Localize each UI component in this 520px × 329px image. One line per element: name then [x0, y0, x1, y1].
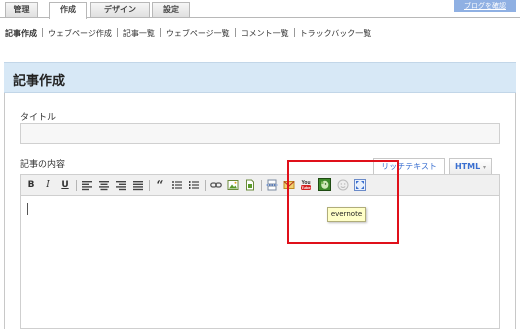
subnav-separator: [234, 28, 236, 37]
align-justify-icon[interactable]: [132, 179, 144, 191]
sub-navigation: 記事作成 ウェブページ作成 記事一覧 ウェブページ一覧 コメント一覧 トラックバック一覧: [5, 28, 371, 40]
bold-button[interactable]: B: [25, 179, 37, 191]
subnav-separator: [159, 28, 161, 37]
body-label: 記事の内容: [20, 160, 66, 170]
insert-file-icon[interactable]: [244, 179, 256, 191]
align-left-icon[interactable]: [81, 179, 93, 191]
tab-settings[interactable]: 設定: [152, 2, 190, 18]
subnav-create-webpage[interactable]: ウェブページ作成: [48, 28, 112, 39]
blockquote-button[interactable]: “: [154, 179, 166, 191]
subnav-separator: [42, 28, 43, 37]
bullet-list-icon[interactable]: [171, 179, 183, 191]
tab-html-label: HTML: [454, 162, 481, 171]
editor-toolbar: B I U “ You Tube: [20, 174, 500, 195]
title-label: タイトル: [20, 113, 57, 123]
align-right-icon[interactable]: [115, 179, 127, 191]
subnav-webpage-list[interactable]: ウェブページ一覧: [166, 28, 230, 39]
top-tab-bar: 管理 作成 デザイン 設定: [0, 0, 520, 19]
tab-html[interactable]: HTML ▾: [449, 158, 492, 174]
title-input[interactable]: [20, 123, 500, 144]
page-break-icon[interactable]: [266, 179, 278, 191]
subnav-trackback-list[interactable]: トラックバック一覧: [300, 28, 372, 39]
subnav-comment-list[interactable]: コメント一覧: [241, 28, 289, 39]
italic-button[interactable]: I: [42, 179, 54, 191]
toolbar-separator: [76, 180, 77, 191]
toolbar-separator: [261, 180, 262, 191]
subnav-entry-list[interactable]: 記事一覧: [123, 28, 155, 39]
align-center-icon[interactable]: [98, 179, 110, 191]
link-icon[interactable]: [210, 179, 222, 191]
underline-button[interactable]: U: [59, 179, 71, 191]
text-caret: [27, 203, 28, 215]
numbered-list-icon[interactable]: [188, 179, 200, 191]
tab-design[interactable]: デザイン: [90, 2, 150, 18]
subnav-separator: [116, 28, 118, 37]
toolbar-separator: [205, 180, 206, 191]
insert-image-icon[interactable]: [227, 179, 239, 191]
tab-create[interactable]: 作成: [49, 2, 87, 19]
view-blog-button[interactable]: ブログを確認: [454, 0, 516, 12]
chevron-down-icon: ▾: [483, 164, 487, 171]
body-editor[interactable]: [20, 195, 500, 329]
subnav-separator: [293, 28, 295, 37]
toolbar-separator: [149, 180, 150, 191]
tab-manage[interactable]: 管理: [5, 2, 38, 18]
highlight-annotation-box: [287, 160, 399, 244]
subnav-create-entry[interactable]: 記事作成: [5, 28, 37, 39]
page-header: 記事作成: [4, 62, 516, 93]
page-title: 記事作成: [13, 74, 66, 89]
